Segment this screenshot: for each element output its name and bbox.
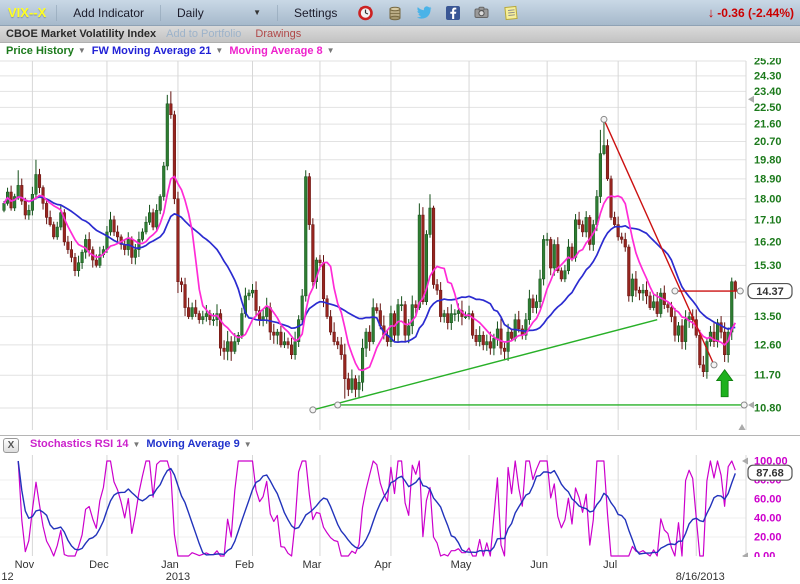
month-label: Mar [302,559,321,571]
symbol-label: VIX--X [8,5,46,20]
end-date-label: 8/16/2013 [676,571,725,583]
svg-text:25.20: 25.20 [754,58,782,68]
chart-drawings[interactable] [310,116,747,412]
period-dropdown[interactable]: Daily ▼ [171,6,267,20]
svg-text:60.00: 60.00 [754,494,782,506]
indicator-panel-header: X Stochastics RSI 14 ▼ Moving Average 9 … [0,435,800,455]
axis-scroll-arrow[interactable] [739,424,746,430]
drawing-handle[interactable] [672,288,678,294]
svg-text:11.70: 11.70 [754,370,781,382]
alarm-icon[interactable] [357,4,374,21]
legend-ma21[interactable]: FW Moving Average 21 ▼ [92,45,224,57]
drawing-handle[interactable] [601,116,607,122]
price-change: ↓ -0.36 (-2.44%) [708,5,794,20]
svg-text:21.60: 21.60 [754,119,782,131]
chevron-down-icon: ▼ [215,46,223,55]
instrument-header: CBOE Market Volatility Index Add to Port… [0,26,800,43]
svg-text:17.10: 17.10 [754,214,782,226]
main-toolbar: VIX--X Add Indicator Daily ▼ Settings [0,0,800,26]
svg-text:13.50: 13.50 [754,311,782,323]
add-to-portfolio-link[interactable]: Add to Portfolio [166,28,241,40]
change-value: -0.36 (-2.44%) [717,6,794,20]
toolbar-separator [277,5,278,21]
drawing-handle[interactable] [310,407,316,413]
legend-price-history[interactable]: Price History ▼ [6,45,86,57]
chevron-down-icon: ▼ [253,8,261,17]
notes-icon[interactable] [502,4,519,21]
month-label: Nov [15,559,35,571]
axis-pan-down-arrow[interactable] [748,401,754,408]
toolbar-separator [56,5,57,21]
chevron-down-icon: ▼ [78,46,86,55]
svg-text:20.00: 20.00 [754,532,782,544]
period-value: Daily [177,6,204,20]
facebook-icon[interactable] [444,4,461,21]
add-indicator-button[interactable]: Add Indicator [67,6,150,20]
stoch-rsi-line [18,461,735,556]
axis-pan-up-arrow[interactable] [748,96,754,103]
chevron-down-icon: ▼ [327,46,335,55]
svg-text:10.80: 10.80 [754,403,782,415]
chevron-down-icon: ▼ [132,440,140,449]
twitter-icon[interactable] [415,4,432,21]
axis-pan-up-arrow[interactable] [742,458,748,465]
drawing-handle[interactable] [737,288,743,294]
time-axis: Nov Dec Jan Feb Mar Apr May Jun Jul 12 2013 8/16/20… [0,557,800,584]
month-label: Jul [603,559,617,571]
chevron-down-icon: ▼ [244,440,252,449]
month-label: Feb [235,559,254,571]
month-label: Jun [530,559,548,571]
svg-text:87.68: 87.68 [756,468,784,480]
legend-ma9[interactable]: Moving Average 9 ▼ [146,438,251,450]
svg-text:14.37: 14.37 [756,286,784,298]
drawing-handle[interactable] [741,402,747,408]
drawings-menu[interactable]: Drawings [255,28,301,40]
last-price-box: 14.37 [748,284,792,299]
svg-text:40.00: 40.00 [754,513,782,525]
toolbar-icon-group [357,4,519,21]
camera-icon[interactable] [473,4,490,21]
svg-text:22.50: 22.50 [754,102,782,114]
svg-text:12.60: 12.60 [754,339,782,351]
series-legend: Price History ▼ FW Moving Average 21 ▼ M… [0,43,800,58]
month-label: Jan [161,559,179,571]
price-chart: 25.20 24.30 23.40 22.50 21.60 20.70 19.80 18.90… [0,58,800,435]
svg-text:23.40: 23.40 [754,86,782,98]
month-label: May [451,559,472,571]
svg-text:18.90: 18.90 [754,173,782,185]
toolbar-separator [160,5,161,21]
month-label: Dec [89,559,109,571]
instrument-name: CBOE Market Volatility Index [6,28,156,40]
year-label: 2013 [166,571,190,583]
svg-text:16.20: 16.20 [754,236,782,248]
charting-app: VIX--X Add Indicator Daily ▼ Settings [0,0,800,584]
green-up-arrow-drawing[interactable] [717,370,733,397]
green-hline-drawing[interactable] [335,402,747,408]
indicator-chart: 100.0080.0060.0040.0020.000.0087.68 [0,455,800,557]
price-axis: 25.20 24.30 23.40 22.50 21.60 20.70 19.80 18.90… [754,58,782,415]
svg-text:20.70: 20.70 [754,136,782,148]
svg-text:19.80: 19.80 [754,154,782,166]
drawing-handle[interactable] [335,402,341,408]
svg-text:18.00: 18.00 [754,193,782,205]
svg-text:15.30: 15.30 [754,260,782,272]
down-arrow-icon: ↓ [708,5,715,20]
settings-button[interactable]: Settings [288,6,343,20]
legend-stoch-rsi[interactable]: Stochastics RSI 14 ▼ [30,438,140,450]
svg-text:24.30: 24.30 [754,70,782,82]
year-label: 12 [1,571,13,583]
drawing-handle[interactable] [711,362,717,368]
database-icon[interactable] [386,4,403,21]
stoch-ma9-line [18,461,735,555]
close-panel-button[interactable]: X [3,438,19,453]
month-label: Apr [374,559,391,571]
legend-ma8[interactable]: Moving Average 8 ▼ [229,45,334,57]
indicator-value-box: 87.68 [748,465,792,480]
